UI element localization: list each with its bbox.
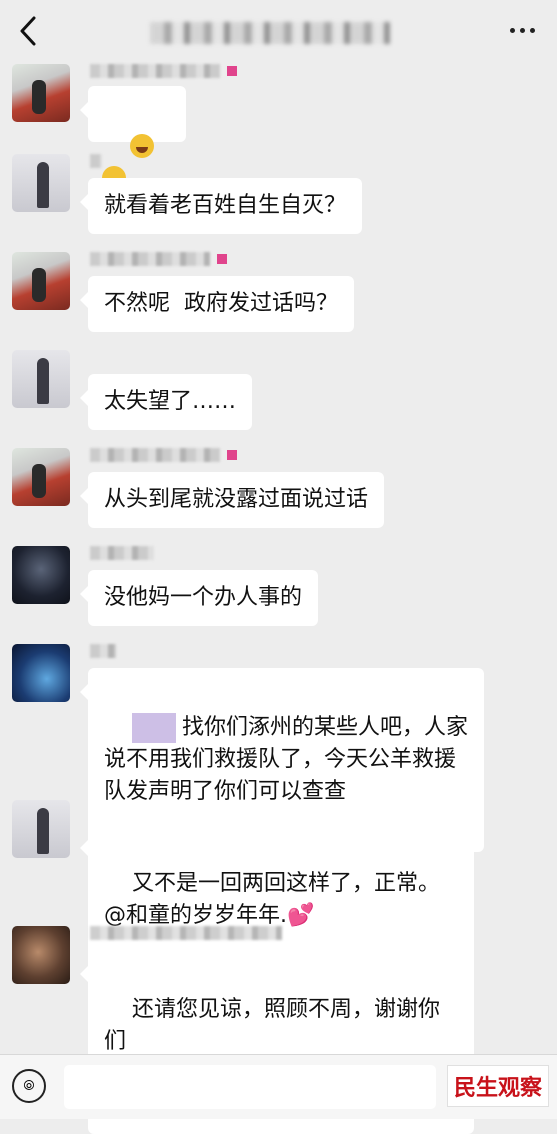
message-bubble[interactable]: 不然呢 政府发过话吗？ (80, 276, 354, 332)
sender-name-blurred (90, 644, 116, 658)
nail-polish-emoji-icon (217, 254, 227, 264)
voice-icon[interactable]: ⦾ (12, 1069, 46, 1103)
more-dots-icon[interactable] (505, 18, 539, 42)
avatar[interactable] (12, 350, 70, 408)
message-bubble[interactable]: 太失望了…… (79, 374, 253, 430)
pink-badge-icon (227, 66, 237, 76)
hearts-emoji-icon: 💕 (287, 903, 315, 928)
sender-name-blurred (90, 926, 282, 940)
message-bubble[interactable]: 没他妈一个办人事的 (79, 570, 319, 626)
message-bubble[interactable]: 从头到尾就没露过面说过话 (79, 472, 385, 528)
avatar[interactable] (12, 64, 70, 122)
message-bubble[interactable] (80, 86, 186, 190)
avatar[interactable] (12, 800, 70, 858)
message-text: 还请您见谅，照顾不周，谢谢你们 (104, 997, 440, 1054)
avatar[interactable] (12, 644, 70, 702)
pink-badge-icon (227, 450, 237, 460)
chat-header (0, 0, 557, 62)
sender-name-blurred (90, 154, 102, 168)
message-input[interactable] (64, 1065, 436, 1109)
watermark: 民生观察 (446, 1065, 549, 1107)
laughing-emoji-icon (129, 134, 154, 158)
avatar[interactable] (12, 448, 70, 506)
chat-title-blurred (150, 22, 390, 44)
input-bar: ⦾ 民生观察 (0, 1054, 557, 1119)
sender-name-blurred (90, 252, 210, 266)
avatar[interactable] (12, 252, 70, 310)
avatar[interactable] (12, 154, 70, 212)
message-bubble[interactable]: 就看着老百姓自生自灭？ (79, 178, 363, 234)
sender-name-blurred (90, 546, 154, 560)
avatar[interactable] (12, 926, 70, 984)
chevron-left-icon[interactable] (14, 14, 44, 48)
sender-name-blurred (90, 448, 220, 462)
message-text: 又不是一回两回这样了，正常。@和童的岁岁年年. (104, 871, 440, 928)
quote-avatar-blurred (131, 713, 176, 743)
avatar[interactable] (12, 546, 70, 604)
sender-name-blurred (90, 64, 220, 78)
